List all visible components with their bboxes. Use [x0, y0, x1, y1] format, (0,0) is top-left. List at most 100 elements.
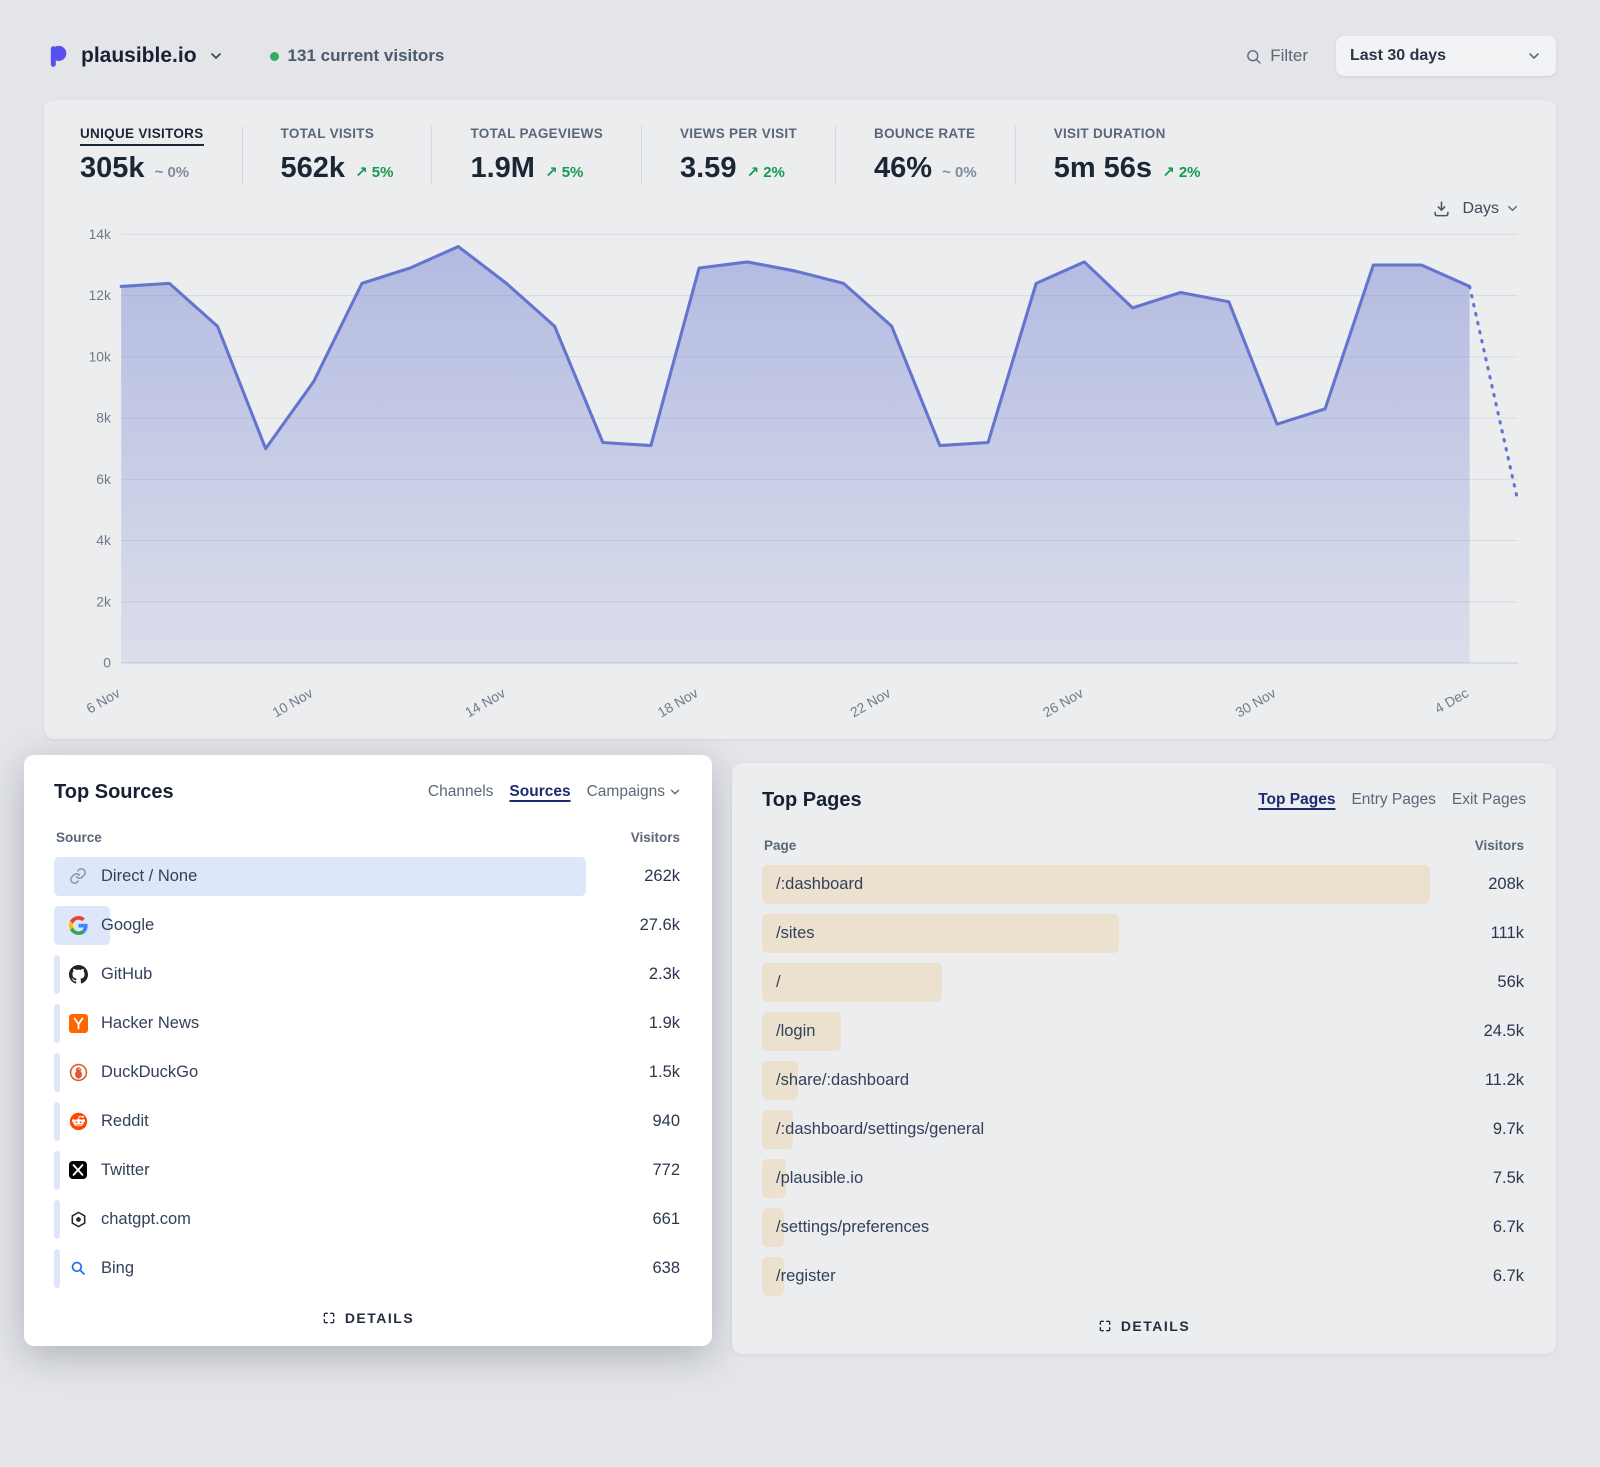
chatgpt-icon [68, 1209, 88, 1229]
google-icon [68, 915, 88, 935]
source-row-duckduckgo[interactable]: DuckDuckGo 1.5k [54, 1051, 682, 1094]
source-row-bing[interactable]: Bing 638 [54, 1247, 682, 1290]
source-name: Reddit [101, 1112, 149, 1131]
page-visitors: 24.5k [1484, 1022, 1524, 1041]
source-row-direct-none[interactable]: Direct / None 262k [54, 855, 682, 898]
source-row-github[interactable]: GitHub 2.3k [54, 953, 682, 996]
metric-trend: ↗ 2% [746, 163, 784, 181]
source-visitors: 638 [652, 1259, 680, 1278]
tab-channels[interactable]: Channels [428, 783, 494, 801]
page-path: /plausible.io [776, 1169, 863, 1188]
expand-icon [1098, 1319, 1112, 1333]
source-name: Direct / None [101, 867, 197, 886]
svg-text:4k: 4k [96, 532, 111, 548]
page-visitors: 6.7k [1493, 1218, 1524, 1237]
page-path: /share/:dashboard [776, 1071, 909, 1090]
filter-label: Filter [1270, 46, 1308, 66]
page-row[interactable]: /login 24.5k [762, 1010, 1526, 1053]
chevron-down-icon [1526, 48, 1542, 64]
tab-sources[interactable]: Sources [509, 783, 570, 801]
sources-details-button[interactable]: DETAILS [54, 1310, 682, 1326]
pages-tabs: Top Pages Entry Pages Exit Pages [1258, 791, 1526, 809]
filter-button[interactable]: Filter [1245, 46, 1308, 66]
tab-entry-pages[interactable]: Entry Pages [1351, 791, 1435, 809]
trend-icon: ↗ [545, 164, 558, 181]
page-path: /settings/preferences [776, 1218, 929, 1237]
chevron-down-icon [1505, 201, 1520, 216]
source-row-reddit[interactable]: Reddit 940 [54, 1100, 682, 1143]
top-sources-card: Top Sources Channels Sources Campaigns S… [24, 755, 712, 1346]
top-stats: UNIQUE VISITORS 305k~ 0% TOTAL VISITS 56… [74, 126, 1526, 185]
interval-label: Days [1463, 200, 1499, 218]
page-visitors: 208k [1488, 875, 1524, 894]
trend-value: 5% [562, 164, 584, 181]
page-row[interactable]: / 56k [762, 961, 1526, 1004]
tab-campaigns-label: Campaigns [587, 783, 665, 801]
page-row[interactable]: /plausible.io 7.5k [762, 1157, 1526, 1200]
metric-views-per-visit[interactable]: VIEWS PER VISIT 3.59↗ 2% [641, 126, 835, 185]
metric-bounce-rate[interactable]: BOUNCE RATE 46% ~ 0% [835, 126, 1015, 185]
column-header-visitors: Visitors [1475, 838, 1524, 853]
trend-value: 0% [955, 164, 977, 181]
svg-text:14k: 14k [89, 226, 111, 242]
page-path: / [776, 973, 781, 992]
page-visitors: 111k [1491, 924, 1524, 943]
hacker-news-icon [68, 1013, 88, 1033]
metric-unique-visitors[interactable]: UNIQUE VISITORS 305k~ 0% [74, 126, 242, 185]
top-bar: plausible.io 131 current visitors Filter… [0, 0, 1600, 100]
source-row-google[interactable]: Google 27.6k [54, 904, 682, 947]
page-row[interactable]: /register 6.7k [762, 1255, 1526, 1298]
page-row[interactable]: /sites 111k [762, 912, 1526, 955]
interval-selector[interactable]: Days [1463, 200, 1520, 218]
tab-top-pages[interactable]: Top Pages [1258, 791, 1335, 809]
current-visitors[interactable]: 131 current visitors [270, 46, 445, 66]
top-pages-card: Top Pages Top Pages Entry Pages Exit Pag… [732, 763, 1556, 1354]
source-visitors: 1.5k [649, 1063, 680, 1082]
page-row[interactable]: /:dashboard 208k [762, 863, 1526, 906]
trend-value: 5% [372, 164, 394, 181]
chevron-down-icon [668, 785, 682, 799]
date-range-picker[interactable]: Last 30 days [1336, 36, 1556, 76]
download-icon[interactable] [1432, 199, 1451, 218]
trend-icon: ↗ [1162, 164, 1175, 181]
source-row-hacker-news[interactable]: Hacker News 1.9k [54, 1002, 682, 1045]
source-visitors: 2.3k [649, 965, 680, 984]
metric-value: 305k [80, 152, 145, 185]
page-row[interactable]: /settings/preferences 6.7k [762, 1206, 1526, 1249]
metric-total-pageviews[interactable]: TOTAL PAGEVIEWS 1.9M↗ 5% [431, 126, 641, 185]
metric-trend: ~ 0% [942, 164, 977, 181]
page-row[interactable]: /share/:dashboard 11.2k [762, 1059, 1526, 1102]
metric-label: VISIT DURATION [1054, 126, 1166, 141]
svg-text:30 Nov: 30 Nov [1233, 684, 1279, 720]
metric-value: 5m 56s [1054, 152, 1152, 185]
metric-trend: ↗ 5% [545, 163, 583, 181]
source-row-chatgpt[interactable]: chatgpt.com 661 [54, 1198, 682, 1241]
source-name: Bing [101, 1259, 134, 1278]
svg-text:6 Nov: 6 Nov [83, 684, 122, 716]
pages-details-button[interactable]: DETAILS [762, 1318, 1526, 1334]
metric-value: 46% [874, 152, 932, 185]
metric-label: BOUNCE RATE [874, 126, 975, 141]
site-switcher[interactable]: plausible.io [44, 43, 224, 69]
source-row-twitter[interactable]: Twitter 772 [54, 1149, 682, 1192]
trend-icon: ~ [942, 164, 951, 181]
svg-text:4 Dec: 4 Dec [1432, 684, 1471, 716]
column-header-page: Page [764, 838, 796, 853]
page-row[interactable]: /:dashboard/settings/general 9.7k [762, 1108, 1526, 1151]
tab-campaigns[interactable]: Campaigns [587, 783, 682, 801]
visitors-area-chart[interactable]: 02k4k6k8k10k12k14k6 Nov10 Nov14 Nov18 No… [74, 220, 1526, 725]
reddit-icon [68, 1111, 88, 1131]
source-visitors: 940 [652, 1112, 680, 1131]
metric-visit-duration[interactable]: VISIT DURATION 5m 56s ↗ 2% [1015, 126, 1239, 185]
metric-trend: ↗ 2% [1162, 163, 1200, 181]
twitter-x-icon [68, 1160, 88, 1180]
svg-text:2k: 2k [96, 593, 111, 609]
column-header-source: Source [56, 830, 102, 845]
metric-value: 1.9M [470, 152, 534, 185]
tab-exit-pages[interactable]: Exit Pages [1452, 791, 1526, 809]
page-visitors: 9.7k [1493, 1120, 1524, 1139]
metric-total-visits[interactable]: TOTAL VISITS 562k↗ 5% [242, 126, 432, 185]
link-icon [68, 866, 88, 886]
page-path: /:dashboard [776, 875, 863, 894]
search-icon [1245, 48, 1262, 65]
